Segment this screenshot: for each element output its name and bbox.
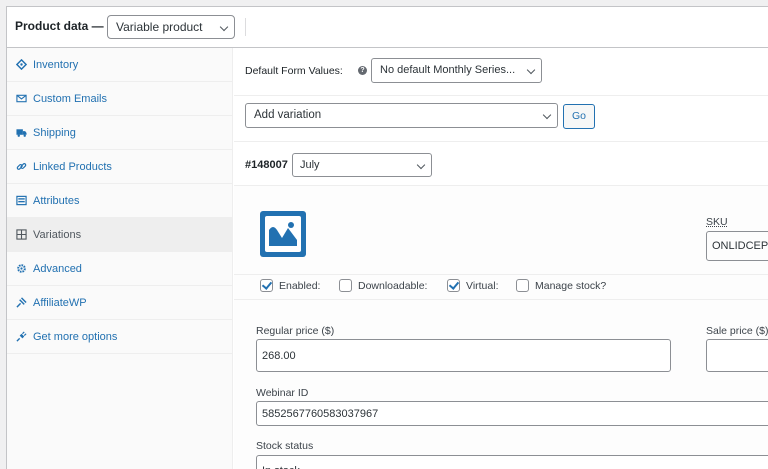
sidebar-item-label: Attributes: [33, 194, 80, 207]
sale-price-input[interactable]: [706, 339, 768, 372]
sidebar-item-label: Linked Products: [33, 160, 112, 173]
sidebar-item-linked-products[interactable]: Linked Products: [7, 150, 232, 184]
checkbox-checked-icon: [447, 279, 460, 292]
help-icon[interactable]: ?: [358, 66, 367, 75]
regular-price-input[interactable]: 268.00: [256, 339, 671, 372]
checkbox-checked-icon: [260, 279, 273, 292]
sidebar-item-affiliatewp[interactable]: AffiliateWP: [7, 286, 232, 320]
sale-price-label: Sale price ($): [706, 325, 768, 337]
default-form-values-row: Default Form Values: ? No default Monthl…: [234, 48, 768, 96]
product-data-label: Product data —: [15, 19, 104, 33]
sidebar-item-label: Custom Emails: [33, 92, 107, 105]
variation-header[interactable]: #148007 July: [234, 142, 768, 186]
variation-body: SKU ONLIDCEPG Enabled: Downloadable: Vir…: [234, 186, 768, 469]
sidebar-item-variations[interactable]: Variations: [7, 218, 232, 252]
sidebar-item-label: Shipping: [33, 126, 76, 139]
checkbox-unchecked-icon: [516, 279, 529, 292]
enabled-label: Enabled:: [279, 279, 321, 292]
sidebar-item-label: Advanced: [33, 262, 82, 275]
product-data-header: Product data — Variable product: [7, 7, 768, 48]
sidebar-item-get-more-options[interactable]: Get more options: [7, 320, 232, 354]
product-data-tabs: Inventory Custom Emails Shipping Linked …: [7, 48, 233, 469]
chevron-down-icon: [416, 160, 426, 170]
sidebar-item-attributes[interactable]: Attributes: [7, 184, 232, 218]
checkbox-unchecked-icon: [339, 279, 352, 292]
default-form-values-select[interactable]: No default Monthly Series...: [371, 58, 542, 83]
product-type-select[interactable]: Variable product: [107, 15, 235, 39]
default-form-values-label: Default Form Values:: [245, 65, 343, 77]
sidebar-item-inventory[interactable]: Inventory: [7, 48, 232, 82]
image-placeholder-icon: [265, 216, 301, 252]
variation-image-button[interactable]: [260, 211, 306, 257]
downloadable-checkbox[interactable]: Downloadable:: [339, 279, 427, 292]
go-button[interactable]: Go: [563, 104, 595, 129]
variation-month-select[interactable]: July: [292, 153, 432, 177]
inventory-icon: [16, 59, 27, 70]
manage-stock-checkbox[interactable]: Manage stock?: [516, 279, 606, 292]
add-variation-value: Add variation: [254, 109, 322, 121]
product-data-panel: Product data — Variable product Inventor…: [6, 6, 768, 469]
link-icon: [16, 161, 27, 172]
chevron-down-icon: [219, 22, 229, 32]
sidebar-item-label: Inventory: [33, 58, 79, 71]
affiliate-icon: [16, 297, 27, 308]
sidebar-item-advanced[interactable]: Advanced: [7, 252, 232, 286]
manage-stock-label: Manage stock?: [535, 279, 607, 292]
sidebar-item-custom-emails[interactable]: Custom Emails: [7, 82, 232, 116]
stock-status-label: Stock status: [256, 440, 314, 452]
add-variation-row: Add variation Go: [234, 96, 768, 142]
sidebar-item-shipping[interactable]: Shipping: [7, 116, 232, 150]
grid-icon: [16, 229, 27, 240]
variation-options: Enabled: Downloadable: Virtual: Manage s…: [234, 274, 768, 300]
sidebar-item-label: Get more options: [33, 330, 118, 343]
enabled-checkbox[interactable]: Enabled:: [260, 279, 320, 292]
truck-icon: [16, 127, 27, 138]
sku-input[interactable]: ONLIDCEPG: [706, 231, 768, 261]
envelope-icon: [16, 93, 27, 104]
variations-panel: Default Form Values: ? No default Monthl…: [234, 48, 768, 469]
regular-price-label: Regular price ($): [256, 325, 335, 337]
sku-label: SKU: [706, 216, 728, 228]
default-form-values-value: No default Monthly Series...: [380, 64, 516, 76]
gear-icon: [16, 263, 27, 274]
downloadable-label: Downloadable:: [358, 279, 428, 292]
plug-icon: [16, 331, 27, 342]
list-icon: [16, 195, 27, 206]
sidebar-item-label: AffiliateWP: [33, 296, 87, 309]
add-variation-select[interactable]: Add variation: [245, 103, 558, 128]
header-divider: [245, 18, 246, 36]
virtual-checkbox[interactable]: Virtual:: [447, 279, 499, 292]
chevron-down-icon: [542, 110, 552, 120]
webinar-id-input[interactable]: 5852567760583037967: [256, 401, 768, 426]
product-type-value: Variable product: [116, 20, 203, 34]
webinar-id-label: Webinar ID: [256, 387, 309, 399]
virtual-label: Virtual:: [466, 279, 499, 292]
variation-month-value: July: [300, 159, 320, 171]
variation-id: #148007: [245, 159, 288, 171]
sidebar-item-label: Variations: [33, 228, 82, 241]
chevron-down-icon: [526, 65, 536, 75]
stock-status-select[interactable]: In stock: [256, 455, 768, 469]
